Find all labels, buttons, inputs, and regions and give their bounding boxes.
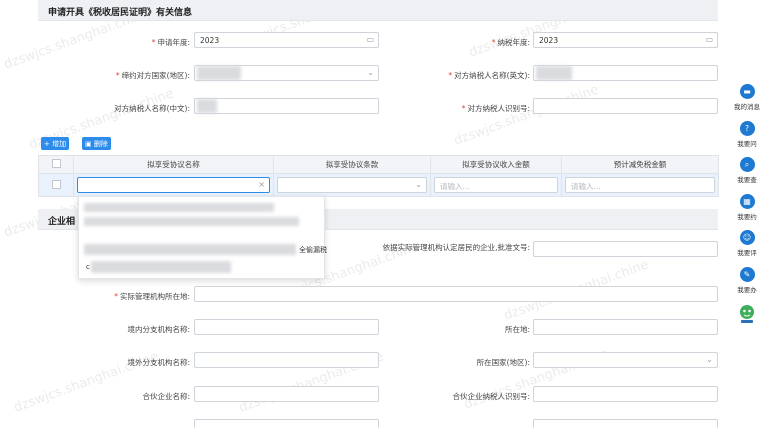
agreement-table: 拟享受协议名称 拟享受协议条款 拟享受协议收入金额 预计减免税金额 × ⌄ 请输… [38,155,719,197]
select-all-checkbox[interactable] [51,159,61,168]
sidebar-item-handle[interactable]: ✎ 我要办 [732,267,762,294]
effective-mgmt-input[interactable] [533,241,718,257]
counterpart-name-en-label: * 对方纳税人名称(英文): [448,71,530,80]
redacted-value [536,66,572,80]
partner-tin-input[interactable] [533,386,718,402]
agreement-name-dropdown[interactable]: 全偷漏税 c [78,196,327,279]
agreement-name-select[interactable]: × [77,177,270,193]
dropdown-option[interactable] [84,217,299,226]
chevron-down-icon: ⌄ [367,68,374,77]
calendar-icon: ▦ [739,194,755,209]
agreement-clause-cell: ⌄ [273,173,431,197]
calendar-icon: ▭ [705,35,713,44]
sidebar-item-appointment[interactable]: ▦ 我要约 [732,194,762,221]
select-all-cell [38,155,74,174]
dropdown-option-text: 全偷漏税 [299,246,327,254]
chevron-down-icon: ⌄ [415,180,422,189]
apply-year-label: * 申请年度: [151,38,190,47]
relief-amount-input[interactable]: 请输入... [565,177,715,193]
sidebar-item-messages[interactable]: ▬ 我的消息 [732,84,762,111]
domestic-location-label: 所在地: [504,325,530,334]
next-row-input[interactable] [533,419,718,428]
mgmt-location-input[interactable] [194,286,718,302]
column-header: 拟享受协议名称 [73,155,274,174]
message-icon: ▬ [739,84,755,99]
counterpart-name-cn-label: 对方纳税人名称(中文): [114,104,190,113]
dropdown-option-text: c [86,263,90,271]
chevron-down-icon: ⌄ [706,355,713,364]
watermark: dzswjcs.shanghai.chine [452,82,601,149]
dropdown-option[interactable] [84,244,296,255]
partner-name-label: 合伙企业名称: [142,392,190,401]
mgmt-location-label: * 实际管理机构所在地: [114,292,190,301]
section-title: 企业相 [48,217,76,227]
calendar-icon: ▭ [366,35,374,44]
rating-icon: ☺ [739,230,755,245]
agreement-income-input[interactable]: 请输入... [434,177,558,193]
foreign-branch-input[interactable] [194,352,379,368]
tax-year-label: * 纳税年度: [491,38,530,47]
foreign-branch-label: 境外分支机构名称: [127,358,190,367]
effective-mgmt-label: 依据实际管理机构认定居民的企业,批准文号: [382,243,530,252]
relief-amount-cell: 请输入... [561,173,719,197]
counterpart-name-cn-input[interactable] [194,98,379,114]
section-title: 申请开具《税收居民证明》有关信息 [48,8,193,18]
mascot-icon[interactable] [737,303,757,325]
agreement-name-cell: × [73,173,274,197]
domestic-branch-input[interactable] [194,319,379,335]
apply-year-picker[interactable]: 2023 ▭ [194,32,379,48]
row-select-cell [38,173,74,197]
row-checkbox[interactable] [51,179,61,189]
tax-year-picker[interactable]: 2023 ▭ [533,32,718,48]
edit-icon: ✎ [739,267,755,282]
table-row: × ⌄ 请输入... 请输入... [38,173,719,197]
foreign-country-label: 所在国家(地区): [476,358,530,367]
counterpart-tin-label: * 对方纳税人识别号: [461,104,530,113]
search-icon: ⌕ [739,157,755,172]
table-header-row: 拟享受协议名称 拟享受协议条款 拟享受协议收入金额 预计减免税金额 [38,155,719,174]
next-row-input[interactable] [194,419,379,428]
agreement-clause-select[interactable]: ⌄ [277,177,427,193]
dropdown-option[interactable] [91,261,231,273]
delete-icon: ▣ [85,140,94,148]
column-header: 预计减免税金额 [561,155,719,174]
add-row-button[interactable]: + 增加 [41,137,70,150]
partner-tin-label: 合伙企业纳税人识别号: [452,392,530,401]
section-header-certificate-info: 申请开具《税收居民证明》有关信息 [38,0,718,21]
partner-name-input[interactable] [194,386,379,402]
domestic-branch-label: 境内分支机构名称: [127,325,190,334]
sidebar-item-search[interactable]: ⌕ 我要查 [732,157,762,184]
counterpart-tin-input[interactable] [533,98,718,114]
foreign-country-select[interactable]: ⌄ [533,352,718,368]
redacted-value [197,99,217,113]
treaty-country-label: * 缔约对方国家(地区): [115,71,190,80]
clear-icon[interactable]: × [258,180,265,189]
column-header: 拟享受协议收入金额 [430,155,562,174]
delete-row-button[interactable]: ▣ 删除 [82,137,111,150]
dropdown-option[interactable] [84,203,274,212]
question-icon: ? [739,121,755,136]
redacted-value [197,66,241,80]
domestic-location-input[interactable] [533,319,718,335]
sidebar-item-ask[interactable]: ? 我要问 [732,121,762,148]
agreement-income-cell: 请输入... [430,173,562,197]
column-header: 拟享受协议条款 [273,155,431,174]
sidebar-item-rate[interactable]: ☺ 我要评 [732,230,762,257]
